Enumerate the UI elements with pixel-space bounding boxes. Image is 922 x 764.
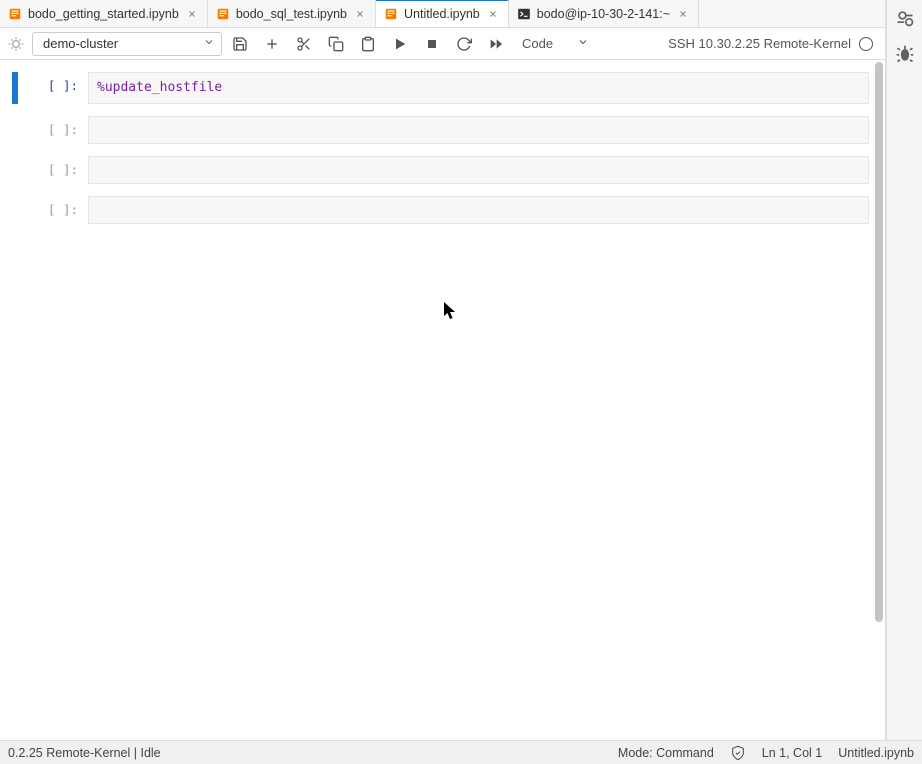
cluster-select[interactable]: demo-cluster <box>32 32 222 56</box>
shield-icon[interactable] <box>730 745 746 761</box>
cut-button[interactable] <box>290 30 318 58</box>
selected-cluster: demo-cluster <box>43 36 118 51</box>
tab-label: bodo@ip-10-30-2-141:~ <box>537 7 670 21</box>
tab-label: Untitled.ipynb <box>404 7 480 21</box>
tab-2[interactable]: Untitled.ipynb <box>376 0 509 27</box>
kernel-status[interactable]: SSH 10.30.2.25 Remote-Kernel <box>668 36 877 51</box>
debugger-icon[interactable] <box>8 36 24 52</box>
notebook-icon <box>8 7 22 21</box>
status-kernel[interactable]: 0.2.25 Remote-Kernel | Idle <box>8 746 602 760</box>
run-all-button[interactable] <box>482 30 510 58</box>
code-cell[interactable]: [ ]: <box>12 156 869 184</box>
tab-label: bodo_getting_started.ipynb <box>28 7 179 21</box>
cell-collapser[interactable] <box>12 116 18 144</box>
close-icon[interactable] <box>486 7 500 21</box>
tab-3[interactable]: bodo@ip-10-30-2-141:~ <box>509 0 699 27</box>
cell-prompt: [ ]: <box>24 116 88 144</box>
code-cell[interactable]: [ ]: <box>12 196 869 224</box>
cell-prompt: [ ]: <box>24 196 88 224</box>
status-mode: Mode: Command <box>618 746 714 760</box>
cell-prompt: [ ]: <box>24 156 88 184</box>
status-bar: 0.2.25 Remote-Kernel | Idle Mode: Comman… <box>0 740 922 764</box>
tab-0[interactable]: bodo_getting_started.ipynb <box>0 0 208 27</box>
tab-1[interactable]: bodo_sql_test.ipynb <box>208 0 376 27</box>
cell-type-select[interactable]: Code <box>514 36 597 51</box>
notebook: [ ]:%update_hostfile[ ]:[ ]:[ ]: <box>0 60 885 248</box>
cell-prompt: [ ]: <box>24 72 88 104</box>
toolbar: demo-cluster <box>0 28 885 60</box>
notebook-scroll[interactable]: [ ]:%update_hostfile[ ]:[ ]:[ ]: <box>0 60 885 764</box>
close-icon[interactable] <box>185 7 199 21</box>
paste-button[interactable] <box>354 30 382 58</box>
cell-collapser[interactable] <box>12 72 18 104</box>
close-icon[interactable] <box>353 7 367 21</box>
cell-type-label: Code <box>522 36 553 51</box>
cell-input[interactable]: %update_hostfile <box>88 72 869 104</box>
terminal-icon <box>517 7 531 21</box>
kernel-indicator-icon <box>859 37 873 51</box>
property-inspector-icon[interactable] <box>895 8 915 28</box>
debugger-panel-icon[interactable] <box>895 44 915 64</box>
restart-button[interactable] <box>450 30 478 58</box>
code-cell[interactable]: [ ]:%update_hostfile <box>12 72 869 104</box>
notebook-icon <box>384 7 398 21</box>
code-cell[interactable]: [ ]: <box>12 116 869 144</box>
scrollbar-thumb[interactable] <box>875 62 883 622</box>
close-icon[interactable] <box>676 7 690 21</box>
tab-label: bodo_sql_test.ipynb <box>236 7 347 21</box>
cell-collapser[interactable] <box>12 156 18 184</box>
chevron-down-icon <box>203 36 215 51</box>
cell-input[interactable] <box>88 116 869 144</box>
status-filename[interactable]: Untitled.ipynb <box>838 746 914 760</box>
tab-bar: bodo_getting_started.ipynb bodo_sql_test.… <box>0 0 885 28</box>
notebook-icon <box>216 7 230 21</box>
status-cursor-pos[interactable]: Ln 1, Col 1 <box>762 746 822 760</box>
chevron-down-icon <box>577 36 589 51</box>
copy-button[interactable] <box>322 30 350 58</box>
kernel-label: SSH 10.30.2.25 Remote-Kernel <box>668 36 851 51</box>
cell-collapser[interactable] <box>12 196 18 224</box>
save-button[interactable] <box>226 30 254 58</box>
run-button[interactable] <box>386 30 414 58</box>
cell-input[interactable] <box>88 196 869 224</box>
right-sidebar <box>886 0 922 764</box>
add-cell-button[interactable] <box>258 30 286 58</box>
stop-button[interactable] <box>418 30 446 58</box>
cell-input[interactable] <box>88 156 869 184</box>
scrollbar[interactable] <box>873 60 885 764</box>
